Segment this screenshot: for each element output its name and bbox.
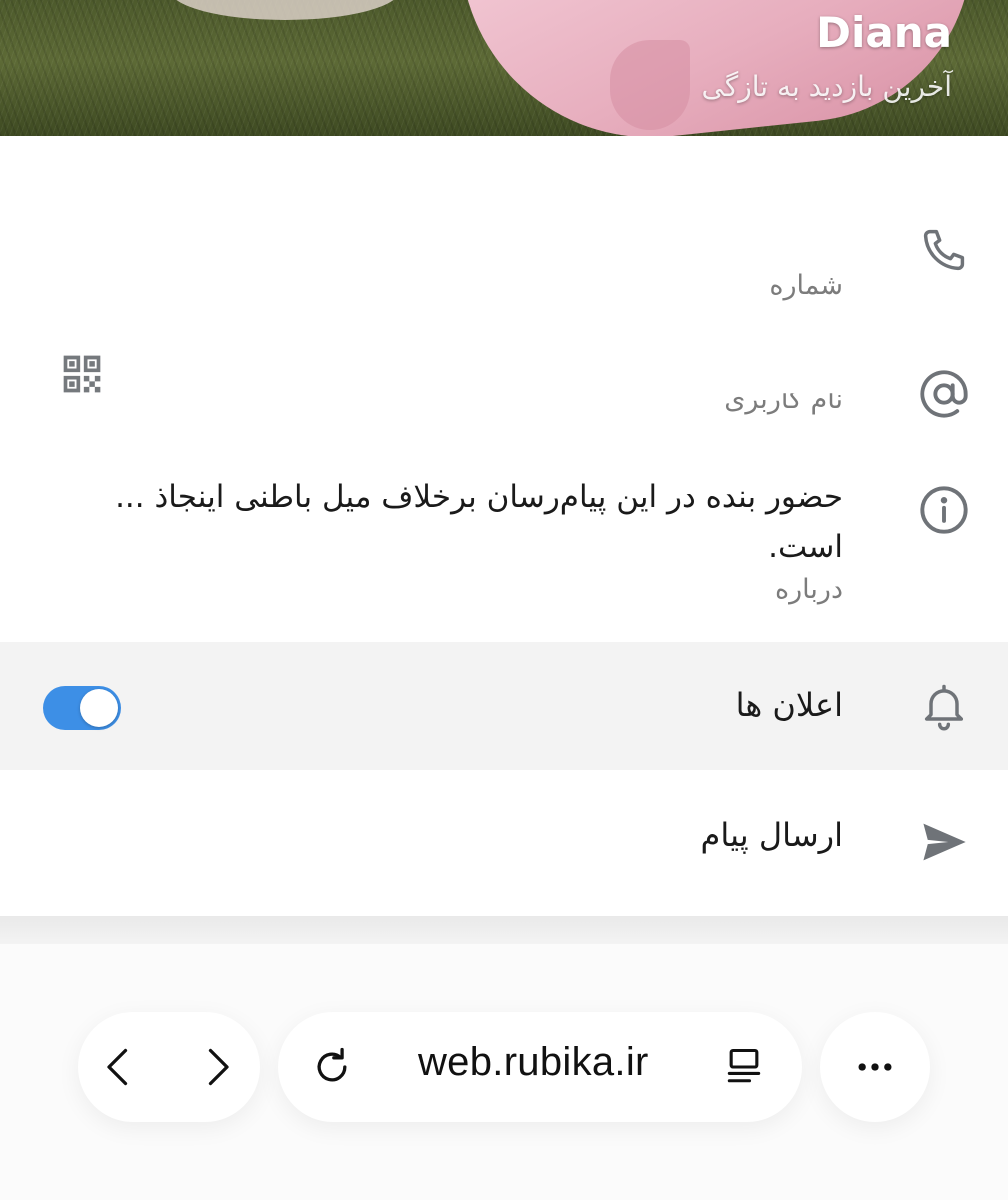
bell-icon [916, 678, 972, 734]
username-row[interactable]: نام کاربری [0, 332, 1008, 442]
toggle-knob [80, 689, 118, 727]
nav-buttons [78, 1012, 260, 1122]
profile-name: Diana [816, 8, 952, 57]
phone-row[interactable]: شماره [0, 176, 1008, 301]
browser-toolbar: web.rubika.ir [0, 944, 1008, 1200]
info-icon [916, 482, 972, 538]
profile-header: Diana آخرین بازدید به تازگی [0, 0, 1008, 136]
url-text: web.rubika.ir [418, 1040, 649, 1084]
last-seen-status: آخرین بازدید به تازگی [701, 70, 952, 103]
more-icon [853, 1045, 897, 1089]
phone-icon [916, 222, 972, 278]
notifications-row[interactable]: اعلان ها [0, 642, 1008, 770]
about-row[interactable]: حضور بنده در این پیام‌رسان برخلاف میل با… [0, 442, 1008, 632]
phone-caption: شماره [769, 270, 843, 301]
notifications-label: اعلان ها [735, 686, 843, 724]
chevron-left-icon[interactable] [98, 1045, 142, 1089]
header-photo-detail [170, 0, 400, 20]
username-caption: نام کاربری [724, 384, 843, 415]
notifications-toggle[interactable] [43, 686, 121, 730]
send-message-row[interactable]: ارسال پیام [0, 770, 1008, 916]
reload-icon[interactable] [310, 1045, 354, 1089]
header-photo-detail [610, 40, 690, 130]
card-divider [0, 916, 1008, 944]
chevron-right-icon[interactable] [194, 1045, 238, 1089]
more-button[interactable] [820, 1012, 930, 1122]
reader-mode-icon[interactable] [722, 1045, 766, 1089]
qr-code-icon[interactable] [60, 352, 104, 396]
address-bar[interactable]: web.rubika.ir [278, 1012, 802, 1122]
about-text: حضور بنده در این پیام‌رسان برخلاف میل با… [115, 479, 843, 565]
send-message-label: ارسال پیام [700, 816, 843, 854]
about-caption: درباره [775, 574, 843, 605]
at-sign-icon [916, 366, 972, 422]
send-icon [916, 814, 972, 870]
